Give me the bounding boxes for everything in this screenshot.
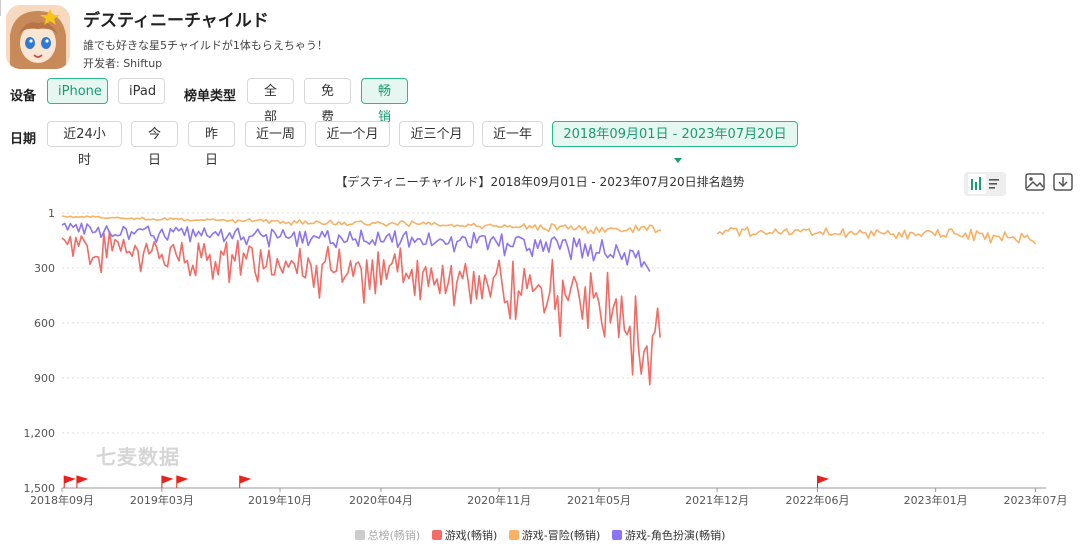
flag-icon bbox=[63, 475, 76, 488]
x-tick-label: 2022年06月 bbox=[786, 493, 850, 507]
y-tick-label: 600 bbox=[34, 317, 55, 330]
flag-icon bbox=[239, 475, 252, 488]
legend-item-total[interactable]: 总榜(畅销) bbox=[354, 527, 421, 543]
flag-icon bbox=[76, 475, 89, 488]
x-tick-label: 2023年01月 bbox=[904, 493, 968, 507]
legend-label: 游戏-冒险(畅销) bbox=[521, 529, 601, 542]
legend-swatch bbox=[431, 530, 442, 540]
y-tick-label: 900 bbox=[34, 372, 55, 385]
x-tick-label: 2021年12月 bbox=[685, 493, 749, 507]
legend-swatch bbox=[354, 530, 365, 540]
y-tick-label: 1,200 bbox=[24, 427, 56, 440]
legend-label: 游戏(畅销) bbox=[444, 529, 498, 542]
x-tick-label: 2020年04月 bbox=[349, 493, 413, 507]
legend-label: 总榜(畅销) bbox=[367, 529, 421, 542]
series-line bbox=[61, 215, 1037, 245]
legend-item-rpg[interactable]: 游戏-角色扮演(畅销) bbox=[611, 527, 726, 543]
x-tick-label: 2021年05月 bbox=[567, 493, 631, 507]
legend-item-adventure[interactable]: 游戏-冒险(畅销) bbox=[508, 527, 601, 543]
flag-icon bbox=[176, 475, 189, 488]
x-tick-label: 2023年07月 bbox=[1004, 493, 1068, 507]
x-tick-label: 2019年10月 bbox=[248, 493, 312, 507]
x-tick-label: 2020年11月 bbox=[467, 493, 531, 507]
x-tick-label: 2018年09月 bbox=[30, 493, 94, 507]
watermark: 七麦数据 bbox=[96, 445, 180, 469]
flag-icon bbox=[817, 475, 830, 488]
chart-legend: 总榜(畅销) 游戏(畅销) 游戏-冒险(畅销) 游戏-角色扮演(畅销) bbox=[0, 527, 1080, 543]
y-tick-label: 300 bbox=[34, 262, 55, 275]
legend-swatch bbox=[508, 530, 519, 540]
y-tick-label: 1 bbox=[48, 207, 55, 220]
legend-swatch bbox=[611, 530, 622, 540]
flag-icon bbox=[161, 475, 174, 488]
legend-label: 游戏-角色扮演(畅销) bbox=[624, 529, 726, 542]
x-tick-label: 2019年03月 bbox=[130, 493, 194, 507]
legend-item-games[interactable]: 游戏(畅销) bbox=[431, 527, 498, 543]
